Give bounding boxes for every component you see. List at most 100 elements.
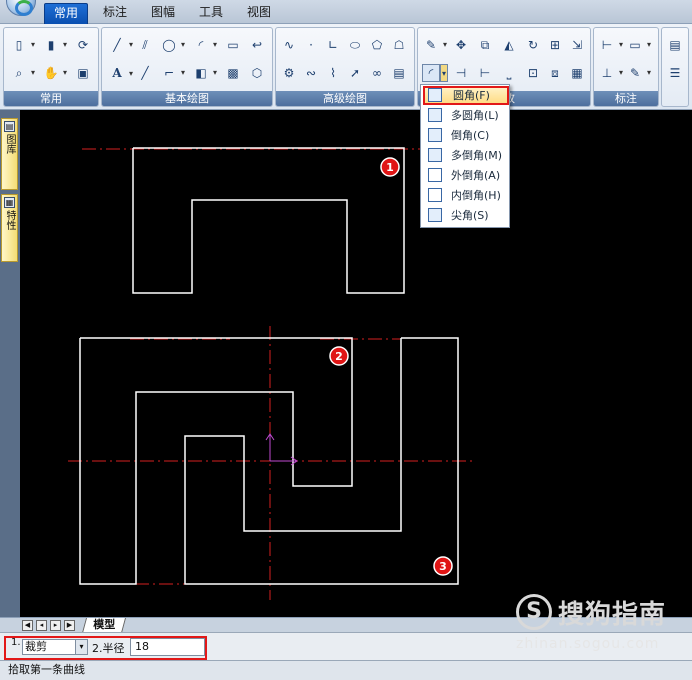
mirror-icon[interactable]: ◭: [500, 36, 518, 54]
menu-item-outer-chamfer[interactable]: 外倒角(A): [423, 166, 509, 185]
trim-mode-select[interactable]: 裁剪 ▾: [22, 639, 88, 655]
outer-chamfer-icon: [428, 168, 442, 182]
line-icon[interactable]: ╱: [108, 36, 133, 54]
menu-item-sharp-corner[interactable]: 尖角(S): [423, 206, 509, 225]
fillet-dropdown-menu: 圆角(F) 多圆角(L) 倒角(C) 多倒角(M) 外倒角(A) 内倒角(H) …: [420, 84, 510, 228]
menu-item-inner-chamfer-label: 内倒角(H): [451, 189, 501, 202]
menu-item-fillet[interactable]: 圆角(F): [423, 86, 509, 105]
symbol-icon[interactable]: ☖: [390, 36, 408, 54]
menu-item-chamfer-label: 倒角(C): [451, 129, 490, 142]
zoom-icon[interactable]: ⌕: [10, 64, 35, 82]
status-bar: 拾取第一条曲线: [0, 660, 692, 680]
menu-item-outer-chamfer-label: 外倒角(A): [451, 169, 501, 182]
stretch-icon[interactable]: ⊡: [524, 64, 542, 82]
tab-annotate[interactable]: 标注: [96, 3, 134, 24]
tab-model[interactable]: 模型: [81, 618, 127, 633]
scale-icon[interactable]: ⇲: [568, 36, 586, 54]
fillet-dropdown-arrow[interactable]: ▾: [440, 64, 448, 82]
multi-chamfer-icon: [428, 148, 442, 162]
table-icon[interactable]: ▤: [390, 64, 408, 82]
library-icon: ▤: [4, 121, 15, 132]
menu-item-fillet-label: 圆角(F): [453, 89, 490, 102]
curve-icon[interactable]: ∿: [280, 36, 298, 54]
prev-tab-icon[interactable]: ◂: [36, 620, 47, 631]
tolerance-icon[interactable]: ⊥: [598, 64, 623, 82]
text-style-icon[interactable]: ▭: [626, 36, 651, 54]
watermark-url: zhinan.sogou.com: [516, 636, 660, 652]
extend-icon[interactable]: ⊢: [476, 64, 494, 82]
menu-item-sharp-corner-label: 尖角(S): [451, 209, 489, 222]
dimension-icon[interactable]: ⊢: [598, 36, 623, 54]
option1-index: 1.: [11, 637, 21, 648]
properties-icon[interactable]: ▤: [666, 36, 684, 54]
rotate-icon[interactable]: ↻: [524, 36, 542, 54]
point-icon[interactable]: ·: [302, 36, 320, 54]
app-logo-icon[interactable]: [6, 0, 36, 16]
angle-line-icon[interactable]: ∟: [324, 36, 342, 54]
pentagon-icon[interactable]: ⬠: [368, 36, 386, 54]
polyline-icon[interactable]: ⌐: [160, 64, 185, 82]
next-tab-icon[interactable]: ▸: [50, 620, 61, 631]
centerline-icon[interactable]: ╱: [136, 64, 154, 82]
erase-icon[interactable]: ✎: [422, 36, 447, 54]
trim-mode-value: 裁剪: [25, 640, 47, 653]
array-icon[interactable]: ⊞: [546, 36, 564, 54]
tab-tools[interactable]: 工具: [192, 3, 230, 24]
panel-common: ▯ ▮ ⟳ ⌕ ✋ ▣ 常用: [3, 27, 99, 107]
new-file-icon[interactable]: ▯: [10, 36, 35, 54]
text-icon[interactable]: A: [108, 64, 133, 82]
tab-view[interactable]: 视图: [240, 3, 278, 24]
move-icon[interactable]: ✥: [452, 36, 470, 54]
first-tab-icon[interactable]: ◀: [22, 620, 33, 631]
panel-advanced-draw: ∿ · ∟ ⬭ ⬠ ☖ ⚙ ∾ ⌇ ➚ ∞ ▤ 高级绘图: [275, 27, 415, 107]
last-tab-icon[interactable]: ▶: [64, 620, 75, 631]
explode-icon[interactable]: ▦: [568, 64, 586, 82]
pan-icon[interactable]: ✋: [42, 64, 67, 82]
break-line-icon[interactable]: ⌇: [324, 64, 342, 82]
side-panel-strip: ▤ 图库 ▦ 特性: [0, 110, 20, 622]
ellipse-icon[interactable]: ⬭: [346, 36, 364, 54]
gear-tooth-icon[interactable]: ⚙: [280, 64, 298, 82]
spline-icon[interactable]: ↩: [248, 36, 266, 54]
side-tab-properties[interactable]: ▦ 特性: [1, 194, 18, 262]
panel-title-common: 常用: [4, 91, 98, 106]
radius-input[interactable]: 18: [130, 638, 205, 656]
arc-icon[interactable]: ◜: [192, 36, 217, 54]
polygon-icon[interactable]: ⬡: [248, 64, 266, 82]
fillet-icon[interactable]: ◜: [422, 64, 440, 82]
menu-item-chamfer[interactable]: 倒角(C): [423, 126, 509, 145]
menu-item-multi-fillet[interactable]: 多圆角(L): [423, 106, 509, 125]
trim-icon[interactable]: ⊣: [452, 64, 470, 82]
spring-icon[interactable]: ∞: [368, 64, 386, 82]
panel-basic-draw: ╱ ⫽ ◯ ◜ ▭ ↩ A ╱ ⌐ ◧ ▩ ⬡ 基本绘图: [101, 27, 273, 107]
drawing-canvas[interactable]: 1 2 3: [20, 110, 692, 618]
status-prompt: 拾取第一条曲线: [8, 663, 85, 676]
wave-line-icon[interactable]: ∾: [302, 64, 320, 82]
shape-1-contour[interactable]: [132, 147, 405, 294]
arrow-icon[interactable]: ➚: [346, 64, 364, 82]
parallel-line-icon[interactable]: ⫽: [136, 36, 154, 54]
chevron-down-icon[interactable]: ▾: [75, 640, 87, 654]
tab-model-label: 模型: [93, 618, 116, 631]
side-tab-library[interactable]: ▤ 图库: [1, 118, 18, 190]
hatch-icon[interactable]: ▩: [224, 64, 242, 82]
rectangle-icon[interactable]: ▭: [224, 36, 242, 54]
menu-bar: 常用 标注 图幅 工具 视图: [0, 0, 692, 24]
menu-item-inner-chamfer[interactable]: 内倒角(H): [423, 186, 509, 205]
circle-icon[interactable]: ◯: [160, 36, 185, 54]
break-icon[interactable]: ⎵: [500, 64, 518, 82]
refresh-icon[interactable]: ⟳: [74, 36, 92, 54]
svg-text:3: 3: [439, 560, 447, 573]
fillet-icon: [428, 88, 442, 102]
properties-icon: ▦: [4, 197, 15, 208]
offset-icon[interactable]: ⧈: [546, 64, 564, 82]
tab-common[interactable]: 常用: [44, 3, 88, 24]
open-file-icon[interactable]: ▮: [42, 36, 67, 54]
copy-icon[interactable]: ⧉: [476, 36, 494, 54]
line-weight-icon[interactable]: ☰: [666, 64, 684, 82]
tab-sheet[interactable]: 图幅: [144, 3, 182, 24]
layer-icon[interactable]: ▣: [74, 64, 92, 82]
edit-annotation-icon[interactable]: ✎: [626, 64, 651, 82]
menu-item-multi-chamfer[interactable]: 多倒角(M): [423, 146, 509, 165]
block-icon[interactable]: ◧: [192, 64, 217, 82]
